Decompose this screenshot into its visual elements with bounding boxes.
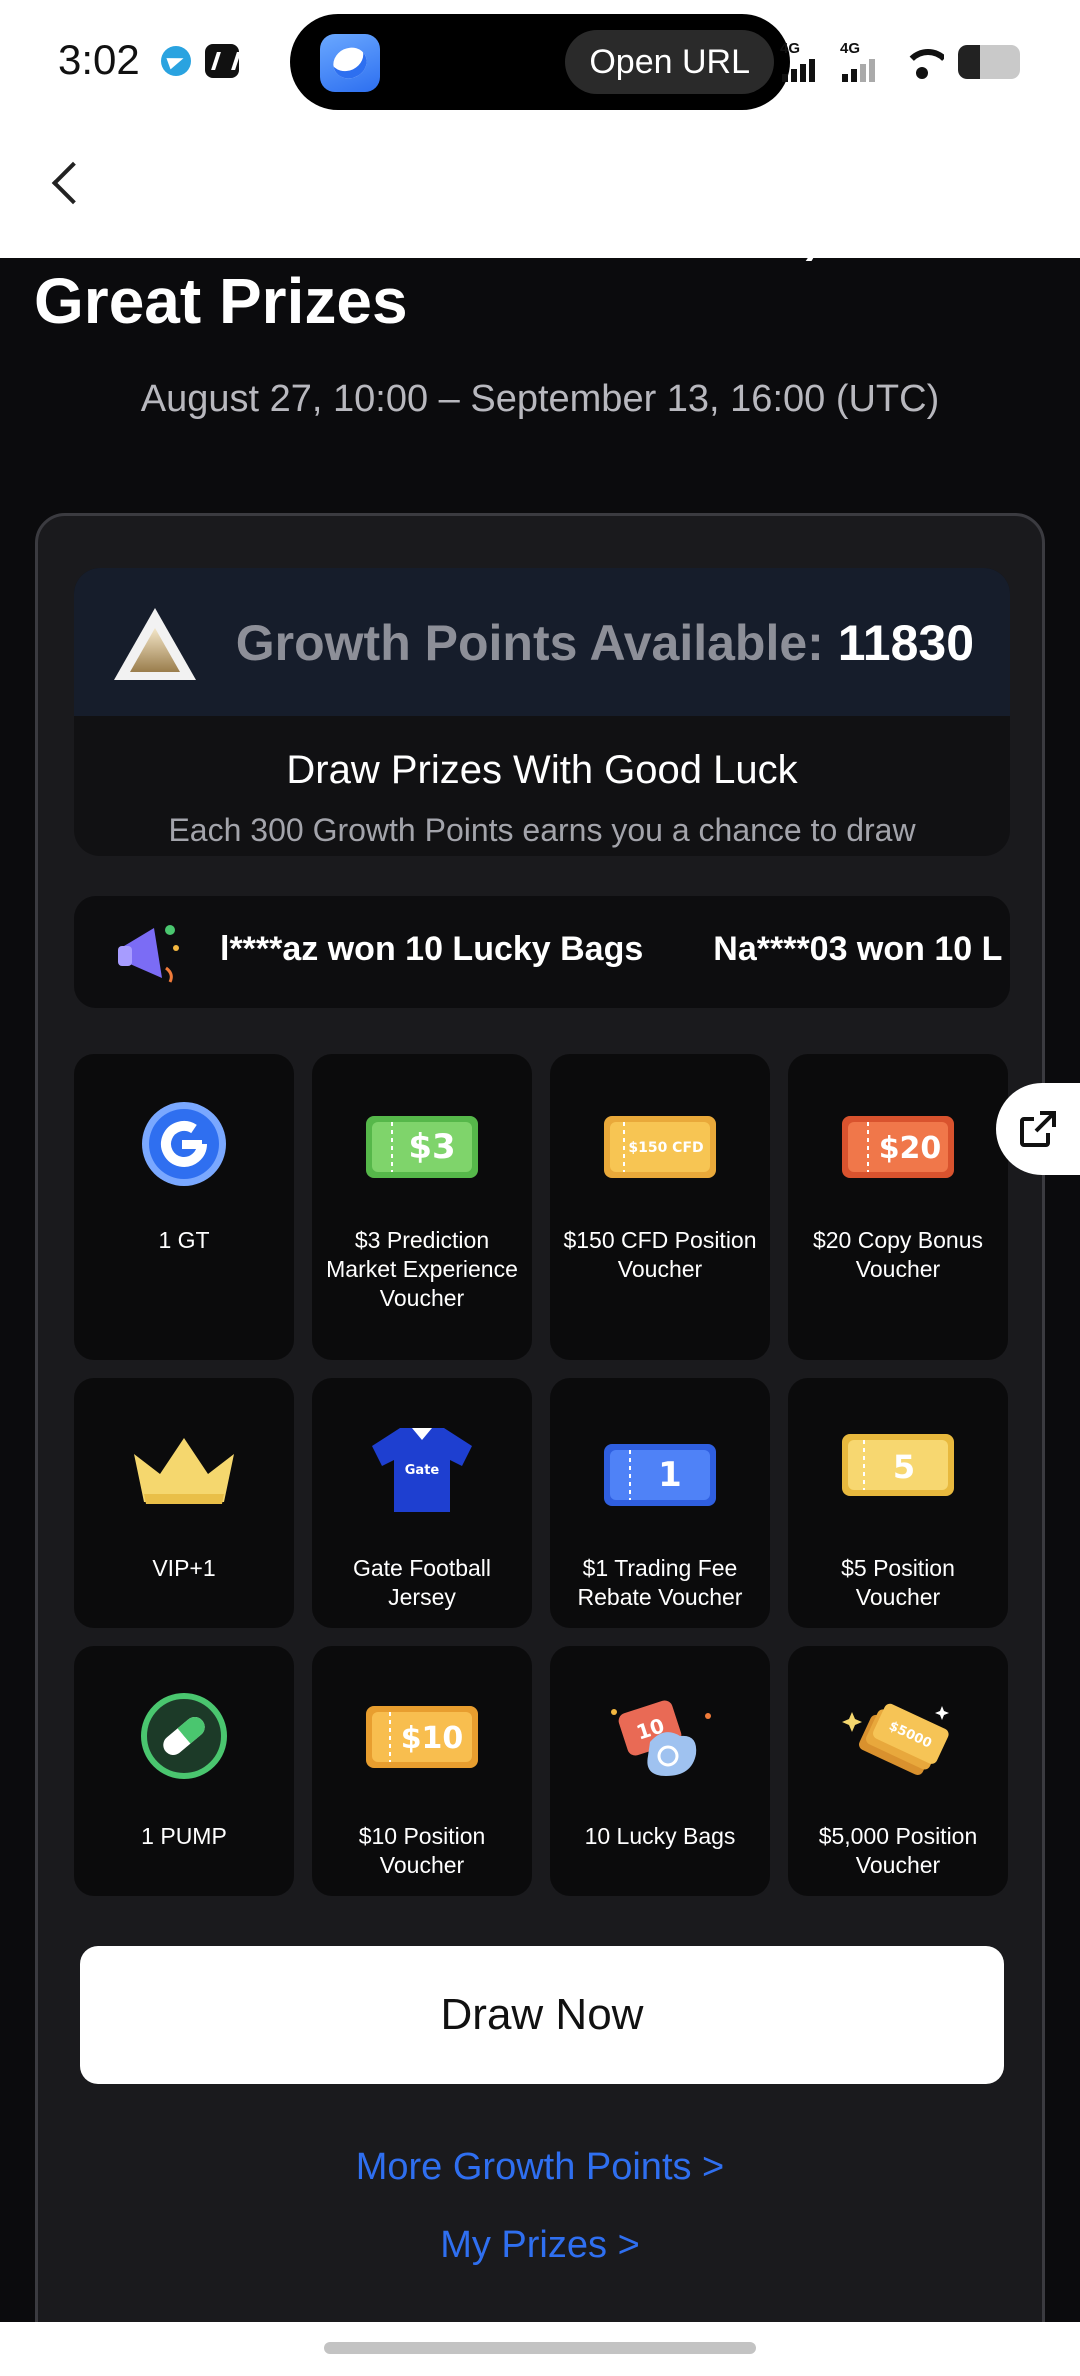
dynamic-island: Open URL (290, 14, 790, 110)
prize-card-rebate-voucher[interactable]: 1 $1 Trading Fee Rebate Voucher (550, 1378, 770, 1628)
status-indicators: 4G 4G (780, 40, 1020, 84)
voucher-badge: $150 CFD (628, 1140, 703, 1156)
orange-voucher-icon: $10 (366, 1706, 478, 1768)
draw-card: Growth Points Available: 11830 Draw Priz… (35, 513, 1045, 2376)
telegram-icon (161, 46, 191, 76)
cellular-signal-icon-2: 4G (840, 40, 886, 82)
draw-subtitle: Each 300 Growth Points earns you a chanc… (168, 812, 916, 848)
ticker-item: Na****03 won 10 L (713, 930, 1003, 968)
browser-app-icon[interactable] (320, 34, 380, 92)
app-notification-icon (205, 44, 239, 78)
prize-card-cfd-voucher[interactable]: $150 CFD $150 CFD Position Voucher (550, 1054, 770, 1360)
gt-coin-icon (142, 1102, 226, 1186)
battery-level (958, 45, 980, 79)
prize-name: $5,000 Position Voucher (818, 1823, 978, 1878)
crown-icon (134, 1438, 234, 1504)
jersey-label: Gate (405, 1463, 440, 1478)
voucher-badge: $3 (408, 1127, 455, 1167)
prize-card-5-position[interactable]: 5 $5 Position Voucher (788, 1378, 1008, 1628)
status-time: 3:02 (58, 36, 140, 83)
winners-ticker: l****az won 10 Lucky Bags Na****03 won 1… (74, 896, 1010, 1008)
home-indicator[interactable] (324, 2342, 756, 2354)
ticker-list: l****az won 10 Lucky Bags Na****03 won 1… (220, 930, 1002, 969)
campaign-date-range: August 27, 10:00 – September 13, 16:00 (… (140, 378, 940, 420)
page-title: Draw With Growth Points, Win Great Prize… (34, 220, 1054, 336)
ticker-item: l****az won 10 Lucky Bags (220, 930, 644, 968)
network-type-label-2: 4G (840, 40, 861, 57)
megaphone-icon (118, 925, 179, 983)
back-arrow-icon[interactable] (40, 154, 100, 214)
draw-title: Draw Prizes With Good Luck (286, 748, 798, 792)
prize-name: VIP+1 (152, 1555, 216, 1581)
prize-card-prediction-voucher[interactable]: $3 $3 Prediction Market Experience Vouch… (312, 1054, 532, 1360)
prize-name: $1 Trading Fee Rebate Voucher (577, 1555, 743, 1610)
voucher-badge: 5 (893, 1448, 915, 1486)
voucher-badge: 1 (658, 1455, 682, 1495)
red-voucher-icon: $20 (842, 1116, 954, 1178)
wifi-icon (900, 45, 944, 79)
green-voucher-icon: $3 (366, 1116, 478, 1178)
network-type-label: 4G (780, 40, 801, 57)
prize-card-gt[interactable]: 1 GT (74, 1054, 294, 1360)
pill-icon (141, 1693, 227, 1779)
growth-logo-icon (114, 608, 196, 680)
prize-name: 1 PUMP (141, 1823, 227, 1849)
voucher-badge: $10 (401, 1721, 464, 1756)
prize-card-10-position[interactable]: $10 $10 Position Voucher (312, 1646, 532, 1896)
yellow-voucher-icon: $150 CFD (604, 1116, 716, 1178)
jersey-icon: Gate (372, 1428, 472, 1512)
battery-icon (958, 45, 1020, 79)
prize-name: 1 GT (158, 1227, 210, 1253)
lucky-bags-icon: 10 (611, 1700, 711, 1776)
page-title-line2: Great Prizes (34, 265, 408, 337)
prize-name: $5 Position Voucher (841, 1555, 955, 1610)
voucher-badge: $20 (879, 1131, 942, 1166)
draw-now-button[interactable]: Draw Now (80, 1946, 1004, 2084)
share-button[interactable] (996, 1083, 1080, 1175)
home-indicator-area (0, 2322, 1080, 2376)
prize-name: $150 CFD Position Voucher (563, 1227, 757, 1282)
prize-name: $3 Prediction Market Experience Voucher (326, 1227, 518, 1311)
prize-name: 10 Lucky Bags (584, 1823, 736, 1849)
share-icon (1020, 1111, 1056, 1147)
my-prizes-link[interactable]: My Prizes > (38, 2224, 1042, 2267)
prize-name: Gate Football Jersey (352, 1555, 492, 1610)
points-header: Growth Points Available: 11830 (74, 568, 1010, 716)
growth-points-panel: Growth Points Available: 11830 Draw Priz… (74, 568, 1010, 856)
blue-voucher-icon: 1 (604, 1444, 716, 1506)
more-growth-points-link[interactable]: More Growth Points > (38, 2146, 1042, 2189)
prize-card-vip[interactable]: VIP+1 (74, 1378, 294, 1628)
prize-card-jersey[interactable]: Gate Gate Football Jersey (312, 1378, 532, 1628)
prize-card-pump[interactable]: 1 PUMP (74, 1646, 294, 1896)
cellular-signal-icon: 4G (780, 40, 826, 82)
gold-voucher-icon: 5 (842, 1434, 954, 1496)
prize-name: $10 Position Voucher (358, 1823, 486, 1878)
prize-card-copy-bonus[interactable]: $20 $20 Copy Bonus Voucher (788, 1054, 1008, 1360)
page-title-line1: Draw With Growth Points, Win (34, 220, 954, 265)
prize-card-lucky-bags[interactable]: 10 10 Lucky Bags (550, 1646, 770, 1896)
prize-name: $20 Copy Bonus Voucher (812, 1227, 984, 1282)
prize-card-5000-position[interactable]: $5000 $5,000 Position Voucher (788, 1646, 1008, 1896)
points-value: 11830 (837, 615, 974, 671)
status-bar: 3:02 Open URL 4G 4G (0, 0, 1080, 124)
points-available: Growth Points Available: 11830 (236, 614, 974, 672)
voucher-stack-icon: $5000 (842, 1703, 949, 1775)
points-label: Growth Points Available: (235, 615, 824, 671)
open-url-button[interactable]: Open URL (565, 30, 774, 94)
